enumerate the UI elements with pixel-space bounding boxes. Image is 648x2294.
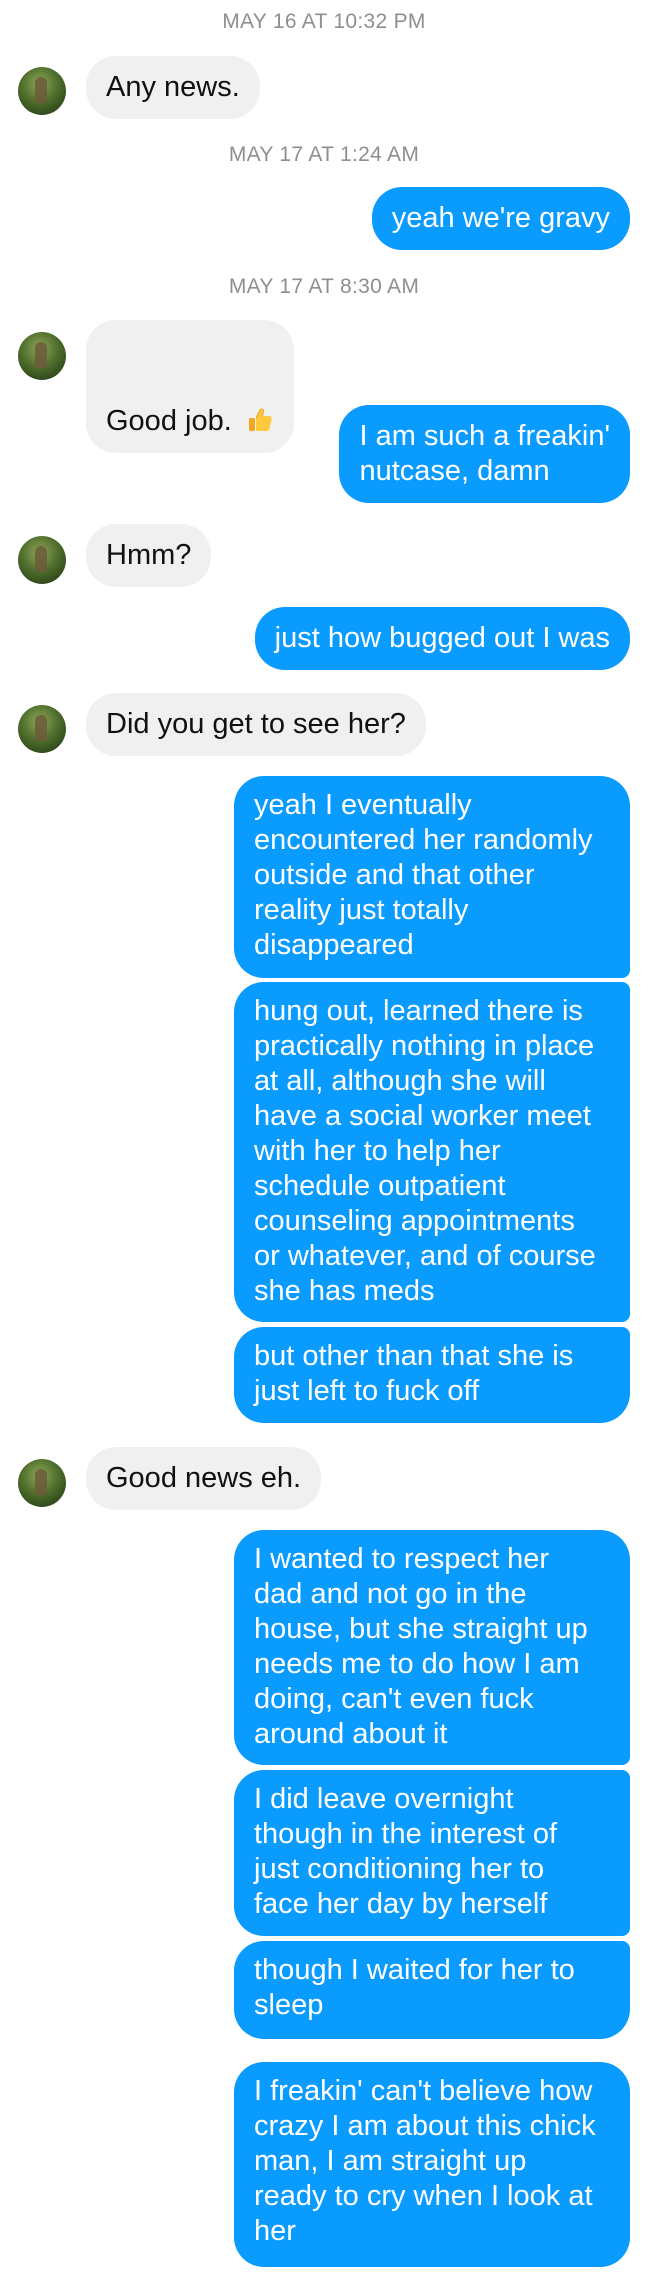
incoming-message[interactable]: Good news eh. <box>86 1447 322 1510</box>
outgoing-message[interactable]: though I waited for her to sleep <box>234 1941 630 2039</box>
avatar[interactable] <box>18 705 66 753</box>
outgoing-message[interactable]: I wanted to respect her dad and not go i… <box>234 1530 630 1765</box>
outgoing-message[interactable]: I freakin' can't believe how crazy I am … <box>234 2062 630 2267</box>
outgoing-message[interactable]: just how bugged out I was <box>254 607 630 670</box>
avatar[interactable] <box>18 67 66 115</box>
avatar[interactable] <box>18 536 66 584</box>
incoming-message[interactable]: Hmm? <box>86 524 212 587</box>
avatar[interactable] <box>18 332 66 380</box>
incoming-message[interactable]: Good job. <box>86 320 294 453</box>
incoming-message-text: Good job. <box>106 405 240 437</box>
outgoing-message[interactable]: yeah I eventually encountered her random… <box>234 776 630 978</box>
incoming-message[interactable]: Did you get to see her? <box>86 693 426 756</box>
outgoing-message[interactable]: yeah we're gravy <box>371 187 630 250</box>
outgoing-message[interactable]: I did leave overnight though in the inte… <box>234 1770 630 1936</box>
avatar[interactable] <box>18 1459 66 1507</box>
timestamp: MAY 17 AT 8:30 AM <box>228 275 420 298</box>
timestamp: MAY 16 AT 10:32 PM <box>222 10 426 33</box>
outgoing-message[interactable]: hung out, learned there is practically n… <box>234 982 630 1322</box>
outgoing-message[interactable]: I am such a freakin' nutcase, damn <box>339 405 630 503</box>
timestamp: MAY 17 AT 1:24 AM <box>228 143 420 166</box>
outgoing-message[interactable]: but other than that she is just left to … <box>234 1327 630 1423</box>
thumbs-up-icon <box>246 369 274 439</box>
incoming-message[interactable]: Any news. <box>86 56 260 119</box>
